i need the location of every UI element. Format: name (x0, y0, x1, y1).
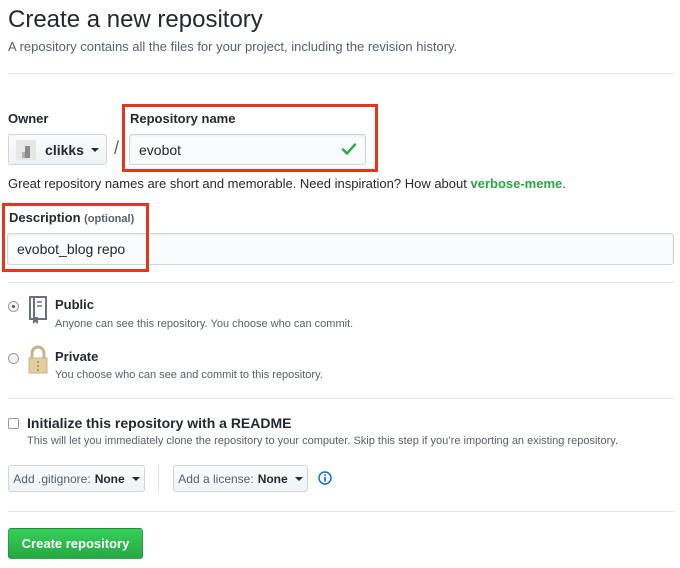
public-note: Anyone can see this repository. You choo… (55, 318, 354, 330)
name-hint: Great repository names are short and mem… (8, 176, 566, 191)
divider-bottom (8, 511, 674, 512)
page-subtitle: A repository contains all the files for … (8, 39, 458, 54)
owner-label: Owner (8, 111, 49, 126)
readme-note: This will let you immediately clone the … (27, 435, 618, 447)
license-value: None (257, 471, 288, 486)
lock-icon (27, 345, 49, 380)
select-divider (158, 465, 159, 492)
name-hint-text: Great repository names are short and mem… (8, 176, 467, 191)
private-radio[interactable] (8, 353, 19, 364)
avatar (16, 139, 37, 160)
owner-select[interactable]: clikks (8, 134, 107, 165)
page-title: Create a new repository (8, 6, 263, 33)
public-title: Public (55, 297, 95, 312)
name-hint-end: . (562, 176, 566, 191)
repo-name-highlight (122, 104, 378, 172)
description-highlight (2, 203, 149, 272)
owner-name: clikks (45, 141, 84, 158)
public-radio[interactable] (8, 301, 19, 312)
private-note: You choose who can see and commit to thi… (55, 369, 323, 381)
chevron-down-icon (294, 476, 303, 481)
gitignore-prefix: Add .gitignore: (13, 471, 91, 486)
divider-top (8, 73, 674, 74)
private-title: Private (55, 349, 99, 364)
readme-checkbox[interactable] (8, 418, 19, 429)
license-prefix: Add a license: (178, 471, 254, 486)
gitignore-value: None (94, 471, 125, 486)
owner-separator: / (114, 138, 120, 158)
chevron-down-icon (131, 476, 140, 481)
readme-title: Initialize this repository with a README (27, 415, 292, 431)
chevron-down-icon (90, 147, 99, 152)
divider-description (8, 282, 674, 283)
name-suggestion-link[interactable]: verbose-meme (470, 176, 562, 191)
divider-visibility (8, 398, 674, 399)
info-icon[interactable] (318, 471, 332, 490)
gitignore-select[interactable]: Add .gitignore: None (8, 465, 145, 492)
repo-book-icon (27, 295, 49, 330)
license-select[interactable]: Add a license: None (173, 465, 308, 492)
create-repository-button[interactable]: Create repository (8, 528, 143, 559)
